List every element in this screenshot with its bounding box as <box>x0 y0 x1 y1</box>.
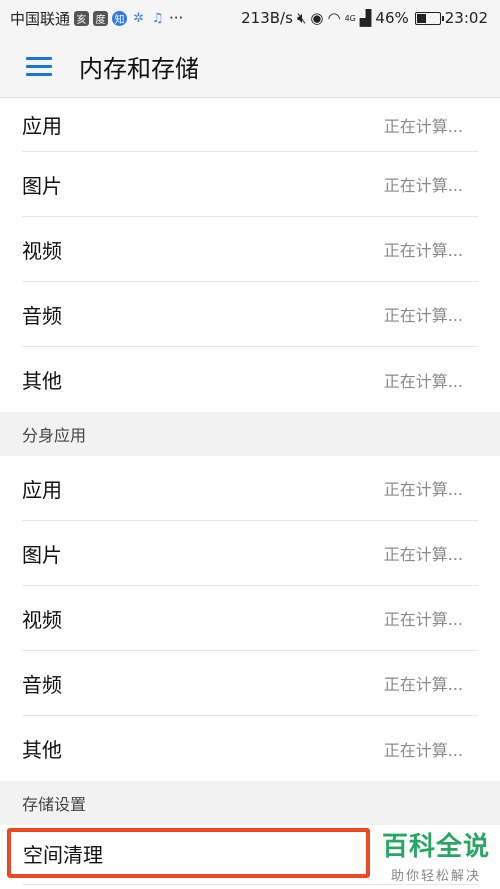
storage-item-videos[interactable]: 视频 正在计算... <box>22 217 478 282</box>
watermark-subtitle: 助你轻松解决 <box>390 869 481 884</box>
mute-icon: 🔇︎ <box>296 9 307 27</box>
signal-label: 4G <box>344 13 356 23</box>
row-value: 正在计算... <box>383 480 463 499</box>
battery-fill <box>416 13 427 23</box>
space-cleanup-label: 空间清理 <box>23 842 103 867</box>
status-bar: 中国联通 亥 度 知 ✲ ♫ ··· 213B/s 🔇︎ ◉ ◠ 4G ▟ 46… <box>0 0 500 36</box>
baidu-icon: 度 <box>93 10 109 26</box>
row-value: 正在计算... <box>383 306 463 325</box>
settings-icon: ✲ <box>133 10 144 26</box>
row-value: 正在计算... <box>383 371 463 391</box>
clone-item-videos[interactable]: 视频 正在计算... <box>22 586 478 651</box>
music-icon: ♫ <box>151 10 164 26</box>
status-left: 中国联通 亥 度 知 ✲ ♫ ··· <box>10 8 183 29</box>
clone-item-images[interactable]: 图片 正在计算... <box>22 521 478 586</box>
section-header-clone: 分身应用 <box>0 412 500 456</box>
storage-item-apps[interactable]: 应用 正在计算... <box>22 98 478 152</box>
battery-pct: 46% <box>375 9 409 27</box>
row-label: 图片 <box>22 173 62 198</box>
section-header-storage-settings: 存储设置 <box>0 781 500 825</box>
carrier: 中国联通 <box>10 9 71 28</box>
zhihu-icon: 知 <box>112 10 128 26</box>
watermark-logo: 百科全说 助你轻松解决 <box>382 826 490 884</box>
row-label: 其他 <box>22 369 62 393</box>
clone-item-apps[interactable]: 应用 正在计算... <box>22 456 478 521</box>
row-value: 正在计算... <box>383 176 463 195</box>
row-label: 音频 <box>22 303 62 328</box>
storage-item-audio[interactable]: 音频 正在计算... <box>22 282 478 347</box>
clone-item-audio[interactable]: 音频 正在计算... <box>22 651 478 716</box>
more-icon: ··· <box>169 9 184 27</box>
row-value: 正在计算... <box>383 610 463 629</box>
space-cleanup-item[interactable]: 空间清理 <box>7 828 370 878</box>
content: 应用 正在计算... 图片 正在计算... 视频 正在计算... 音频 正在计算… <box>0 98 500 825</box>
row-label: 音频 <box>22 672 62 697</box>
row-label: 图片 <box>22 542 62 567</box>
storage-item-other[interactable]: 其他 正在计算... <box>22 347 478 412</box>
row-label: 视频 <box>22 238 62 263</box>
row-value: 正在计算... <box>383 675 463 694</box>
eye-icon: ◉ <box>310 9 324 27</box>
row-label: 其他 <box>22 738 62 762</box>
signal-icon: ▟ <box>359 9 372 27</box>
watermark-title: 百科全说 <box>381 832 490 862</box>
row-value: 正在计算... <box>383 740 463 760</box>
storage-group: 应用 正在计算... 图片 正在计算... 视频 正在计算... 音频 正在计算… <box>0 98 500 412</box>
clone-item-other[interactable]: 其他 正在计算... <box>22 716 478 781</box>
app-icon-1: 亥 <box>74 10 90 26</box>
toolbar: 内存和存储 <box>0 36 500 98</box>
page-title: 内存和存储 <box>79 55 199 83</box>
status-right: 213B/s 🔇︎ ◉ ◠ 4G ▟ 46% 23:02 <box>241 9 488 27</box>
wifi-icon: ◠ <box>327 9 341 27</box>
storage-item-images[interactable]: 图片 正在计算... <box>22 152 478 217</box>
divider <box>22 884 478 885</box>
net-speed: 213B/s <box>241 9 293 27</box>
row-value: 正在计算... <box>383 545 463 564</box>
row-value: 正在计算... <box>383 116 463 136</box>
row-label: 视频 <box>22 607 62 632</box>
row-label: 应用 <box>22 477 62 502</box>
menu-icon[interactable] <box>26 56 52 77</box>
clone-group: 应用 正在计算... 图片 正在计算... 视频 正在计算... 音频 正在计算… <box>0 456 500 781</box>
battery-icon <box>414 11 444 25</box>
clock: 23:02 <box>444 9 488 27</box>
row-value: 正在计算... <box>383 241 463 260</box>
row-label: 应用 <box>22 114 62 138</box>
